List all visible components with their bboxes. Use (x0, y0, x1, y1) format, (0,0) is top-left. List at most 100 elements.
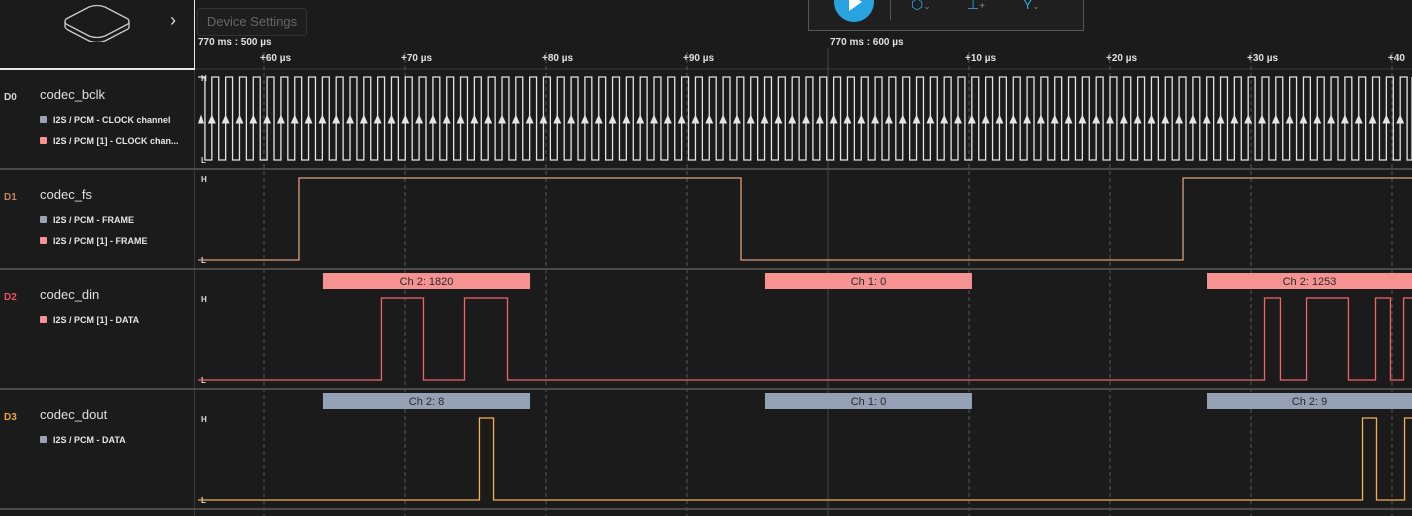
rising-edge-marker (802, 114, 811, 124)
level-high-label: H (201, 74, 207, 83)
rising-edge-marker (249, 114, 258, 124)
analyzer-color-swatch (40, 137, 47, 144)
waveform-d3 (198, 417, 1412, 501)
device-panel[interactable]: › (0, 0, 195, 70)
analyzer-tag[interactable]: I2S / PCM [1] - FRAME (40, 236, 148, 246)
rising-edge-marker (843, 114, 852, 124)
analyzer-label: I2S / PCM [1] - FRAME (53, 236, 148, 246)
rising-edge-marker (732, 114, 741, 124)
tick-label: +70 µs (401, 53, 433, 64)
rising-edge-marker (511, 114, 520, 124)
rising-edge-marker (235, 114, 244, 124)
rising-edge-marker (456, 114, 465, 124)
rising-edge-marker (318, 114, 327, 124)
frame-label: Ch 1: 0 (851, 276, 886, 288)
chevron-right-icon[interactable]: › (170, 10, 176, 31)
rising-edge-marker (415, 114, 424, 124)
channel-name[interactable]: codec_din (40, 287, 99, 302)
rising-edge-marker (198, 114, 204, 124)
row-separator (0, 388, 1412, 390)
rising-edge-marker (1106, 114, 1114, 124)
rising-edge-marker (1257, 114, 1266, 124)
rising-edge-marker (1009, 114, 1018, 124)
rising-edge-marker (1188, 114, 1197, 124)
rising-edge-marker (995, 114, 1004, 124)
waveform-d1 (198, 177, 1412, 261)
channel-name[interactable]: codec_fs (40, 187, 92, 202)
rising-edge-marker (567, 114, 576, 124)
rising-edge-marker (401, 114, 410, 124)
channel-name[interactable]: codec_bclk (40, 87, 105, 102)
frame-label: Ch 2: 8 (409, 396, 444, 408)
rising-edge-marker (387, 114, 396, 124)
tick-label: +40 (1388, 53, 1405, 64)
analyzer-tag[interactable]: I2S / PCM - DATA (40, 435, 126, 445)
analyzer-tag[interactable]: I2S / PCM [1] - DATA (40, 315, 139, 325)
rising-edge-marker (691, 114, 700, 124)
rising-edge-marker (954, 114, 963, 124)
rising-edge-marker (1271, 114, 1280, 124)
level-high-label: H (201, 415, 207, 424)
trigger-icon[interactable]: ⬡⌄ (911, 0, 931, 13)
rising-edge-marker (359, 114, 368, 124)
rising-edge-marker (663, 114, 672, 124)
frame-label: Ch 2: 1820 (400, 276, 454, 288)
rising-edge-marker (276, 114, 285, 124)
rising-edge-marker (1230, 114, 1239, 124)
play-icon[interactable] (834, 0, 874, 22)
channel-d0[interactable]: D0 codec_bclk I2S / PCM - CLOCK channel I2… (0, 70, 194, 168)
rising-edge-marker (746, 114, 755, 124)
analyzer-label: I2S / PCM - DATA (53, 435, 126, 445)
channel-d3[interactable]: D3 codec_dout I2S / PCM - DATA (0, 390, 194, 508)
rising-edge-marker (304, 114, 313, 124)
rising-edge-marker (553, 114, 562, 124)
frame-label: Ch 1: 0 (851, 396, 886, 408)
frame-label: Ch 2: 9 (1292, 396, 1327, 408)
channel-sidebar: › D0 codec_bclk I2S / PCM - CLOCK channel… (0, 0, 195, 516)
toolbar-divider (890, 0, 891, 20)
rising-edge-marker (788, 114, 797, 124)
rising-edge-marker (926, 114, 935, 124)
capture-toolbar: ⬡⌄ ⊥+ Y⌄ (808, 0, 1084, 31)
rising-edge-marker (1092, 114, 1101, 124)
rising-edge-marker (442, 114, 451, 124)
channel-d1[interactable]: D1 codec_fs I2S / PCM - FRAME I2S / PCM [1… (0, 170, 194, 268)
rising-edge-marker (594, 114, 603, 124)
measure-icon[interactable]: ⊥+ (967, 0, 985, 13)
rising-edge-marker (1036, 114, 1045, 124)
rising-edge-marker (221, 114, 230, 124)
rising-edge-marker (1368, 114, 1377, 124)
rising-edge-marker (498, 114, 507, 124)
analyzer-tag[interactable]: I2S / PCM [1] - CLOCK chan... (40, 136, 179, 146)
rising-edge-marker (373, 114, 382, 124)
channel-d2[interactable]: D2 codec_din I2S / PCM [1] - DATA (0, 270, 194, 388)
rising-edge-marker (857, 114, 866, 124)
rising-edge-marker (1147, 114, 1156, 124)
waveform-view[interactable]: HLHLHLCh 2: 1820 Ch 1: 0 Ch 2: 1253HLCh 2:… (0, 0, 1412, 516)
analyzer-label: I2S / PCM [1] - DATA (53, 315, 140, 325)
tick-label: +60 µs (260, 53, 292, 64)
rising-edge-marker (912, 114, 921, 124)
rising-edge-marker (815, 114, 824, 124)
rising-edge-marker (719, 114, 728, 124)
channel-id: D3 (4, 412, 17, 423)
device-icon (64, 4, 130, 42)
rising-edge-marker (608, 114, 617, 124)
rising-edge-marker (1202, 114, 1211, 124)
rising-edge-marker (677, 114, 686, 124)
rising-edge-marker (484, 114, 493, 124)
timeline-major-label: 770 ms : 600 µs (830, 37, 904, 48)
analyzer-icon[interactable]: Y⌄ (1023, 0, 1040, 12)
rising-edge-marker (1078, 114, 1087, 124)
timeline-header[interactable]: 770 ms : 500 µs 770 ms : 600 µs +60 µs +7… (195, 30, 1412, 70)
channel-id: D0 (4, 92, 17, 103)
tick-label: +80 µs (542, 53, 574, 64)
analyzer-label: I2S / PCM - FRAME (53, 215, 135, 225)
rising-edge-marker (1313, 114, 1322, 124)
analyzer-tag[interactable]: I2S / PCM - FRAME (40, 215, 134, 225)
analyzer-tag[interactable]: I2S / PCM - CLOCK channel (40, 115, 171, 125)
analyzer-label: I2S / PCM - CLOCK channel (53, 115, 171, 125)
level-high-label: H (201, 295, 207, 304)
rising-edge-marker (1064, 114, 1073, 124)
channel-name[interactable]: codec_dout (40, 407, 107, 422)
